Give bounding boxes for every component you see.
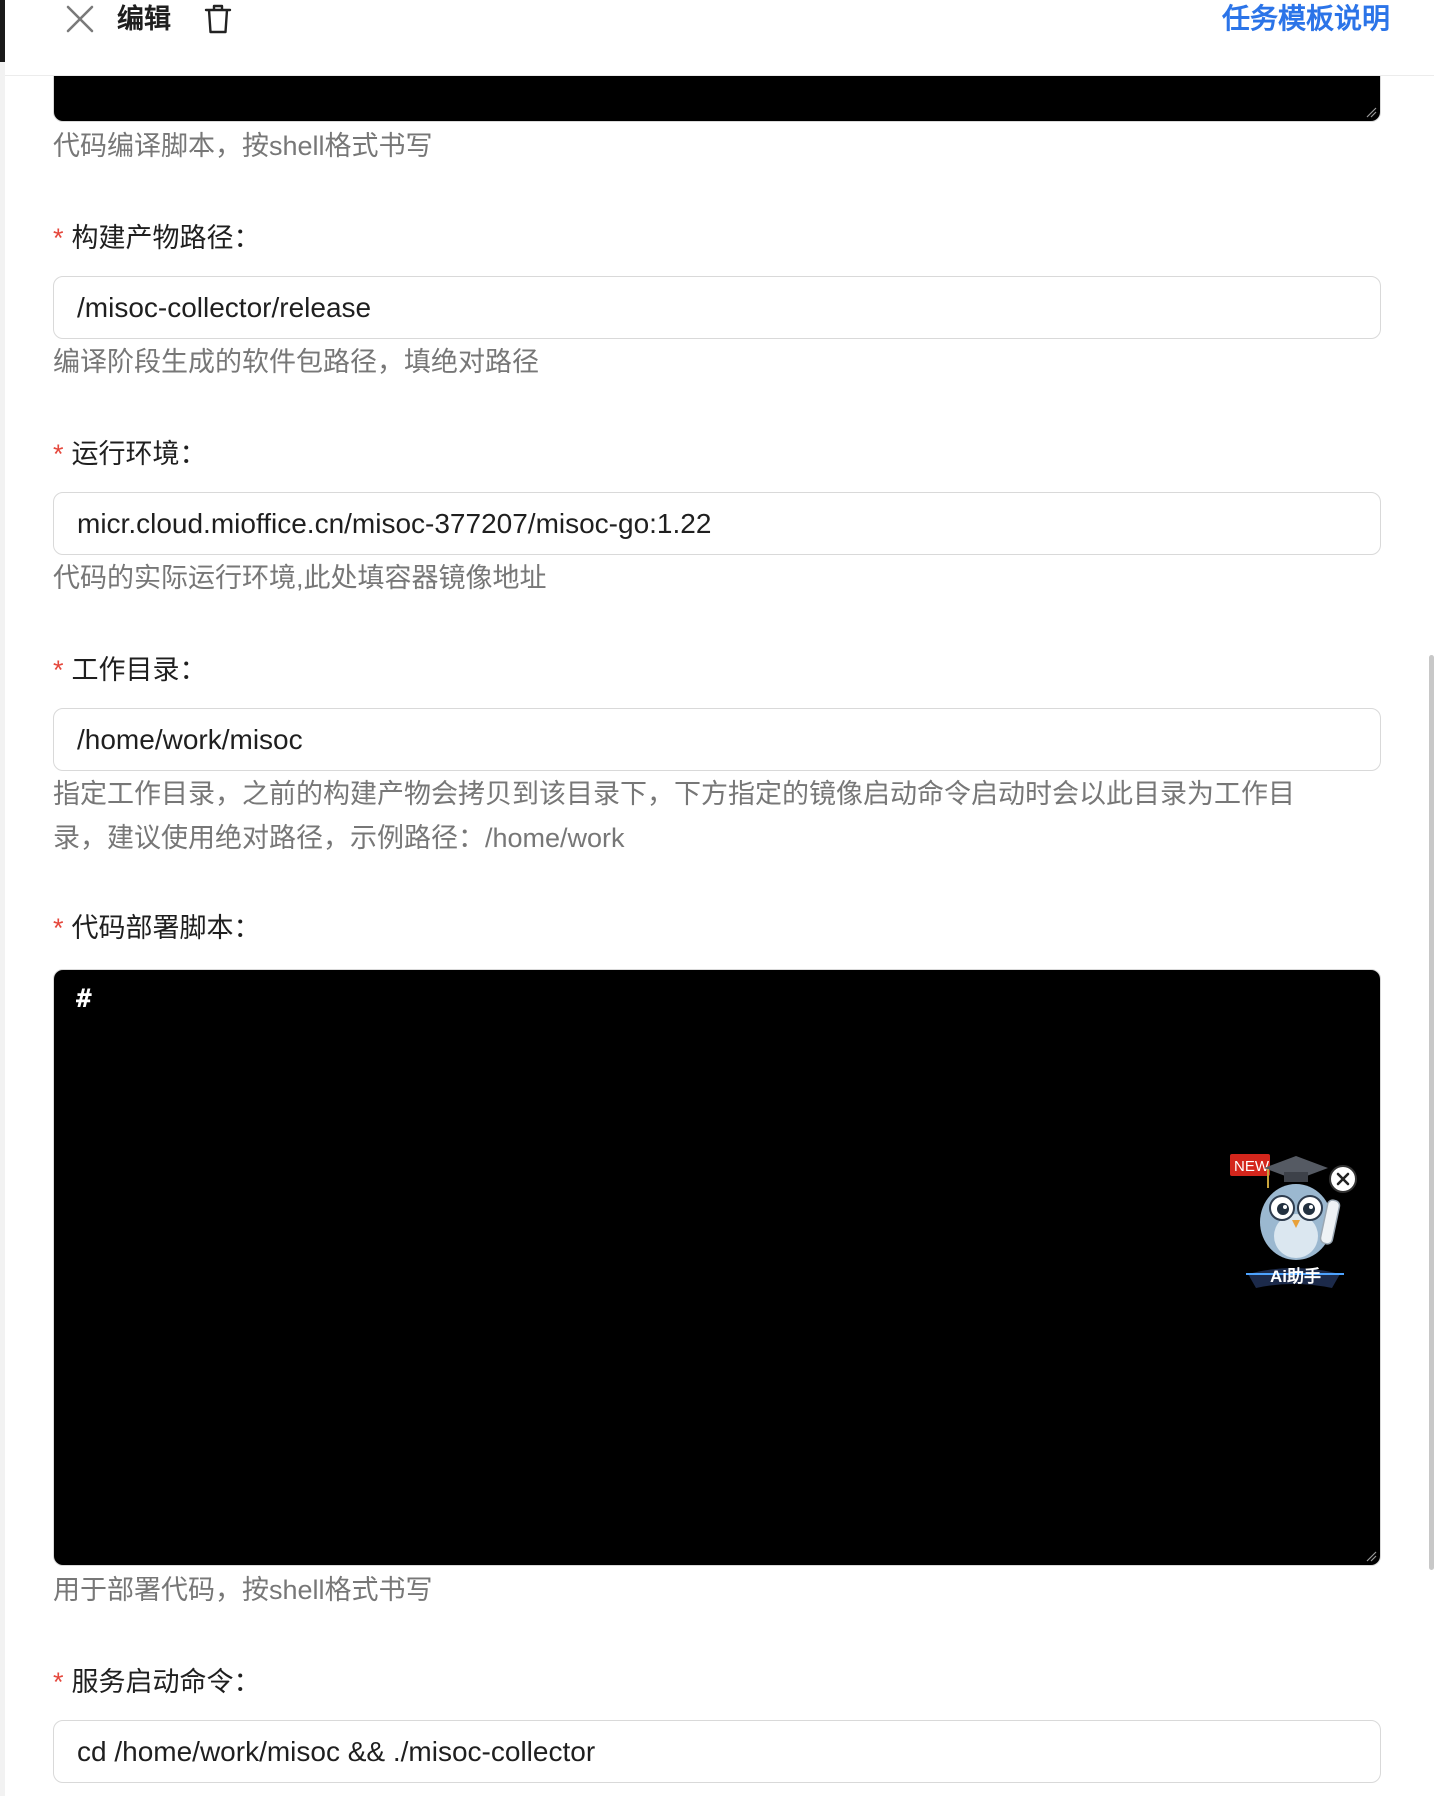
deploy-script-label-text: 代码部署脚本： [71, 913, 261, 943]
trash-icon [204, 4, 232, 34]
work-dir-label-text: 工作目录： [71, 655, 207, 685]
new-badge-text: NEW [1234, 1158, 1270, 1175]
artifact-path-input[interactable] [53, 276, 1381, 339]
resize-grip-icon[interactable] [1365, 106, 1377, 118]
work-dir-hint-line1: 指定工作目录，之前的构建产物会拷贝到该目录下，下方指定的镜像启动命令启动时会以此… [53, 779, 1295, 809]
deploy-script-hint: 用于部署代码，按shell格式书写 [53, 1575, 433, 1605]
start-cmd-label: * 服务启动命令： [53, 1664, 261, 1700]
work-dir-input[interactable] [53, 708, 1381, 771]
required-mark: * [53, 1667, 64, 1697]
required-mark: * [53, 655, 64, 685]
start-cmd-label-text: 服务启动命令： [71, 1667, 261, 1697]
resize-grip-icon[interactable] [1365, 1550, 1377, 1562]
required-mark: * [53, 223, 64, 253]
page-title: 编辑 [117, 4, 171, 34]
template-doc-link[interactable]: 任务模板说明 [1222, 1, 1390, 37]
close-button[interactable] [63, 2, 97, 36]
artifact-path-label-text: 构建产物路径： [71, 223, 261, 253]
delete-button[interactable] [201, 2, 235, 36]
form-content: 代码编译脚本，按shell格式书写 *构建产物路径： 编译阶段生成的软件包路径，… [0, 0, 1434, 1796]
deploy-script-editor[interactable]: # [53, 969, 1381, 1566]
work-dir-hint-line2: 录，建议使用绝对路径，示例路径：/home/work [53, 823, 625, 853]
runtime-env-label-text: 运行环境： [71, 439, 207, 469]
runtime-env-input[interactable] [53, 492, 1381, 555]
close-icon [66, 5, 94, 33]
deploy-script-label: * 代码部署脚本： [53, 910, 261, 946]
runtime-env-label: * 运行环境： [53, 436, 207, 472]
compile-script-hint: 代码编译脚本，按shell格式书写 [53, 131, 433, 161]
close-circle-icon [1336, 1172, 1350, 1186]
start-cmd-input[interactable] [53, 1720, 1381, 1783]
runtime-env-hint: 代码的实际运行环境,此处填容器镜像地址 [53, 563, 547, 593]
ai-assistant-label: Ai助手 [1270, 1266, 1321, 1286]
ai-widget-close-button[interactable] [1329, 1165, 1357, 1193]
required-mark: * [53, 439, 64, 469]
artifact-path-label: * 构建产物路径： [53, 220, 261, 256]
required-mark: * [53, 913, 64, 943]
edit-header: 编辑 任务模板说明 [5, 0, 1434, 76]
work-dir-label: * 工作目录： [53, 652, 207, 688]
deploy-script-content[interactable]: # [76, 984, 92, 1014]
artifact-path-hint: 编译阶段生成的软件包路径，填绝对路径 [53, 347, 539, 377]
